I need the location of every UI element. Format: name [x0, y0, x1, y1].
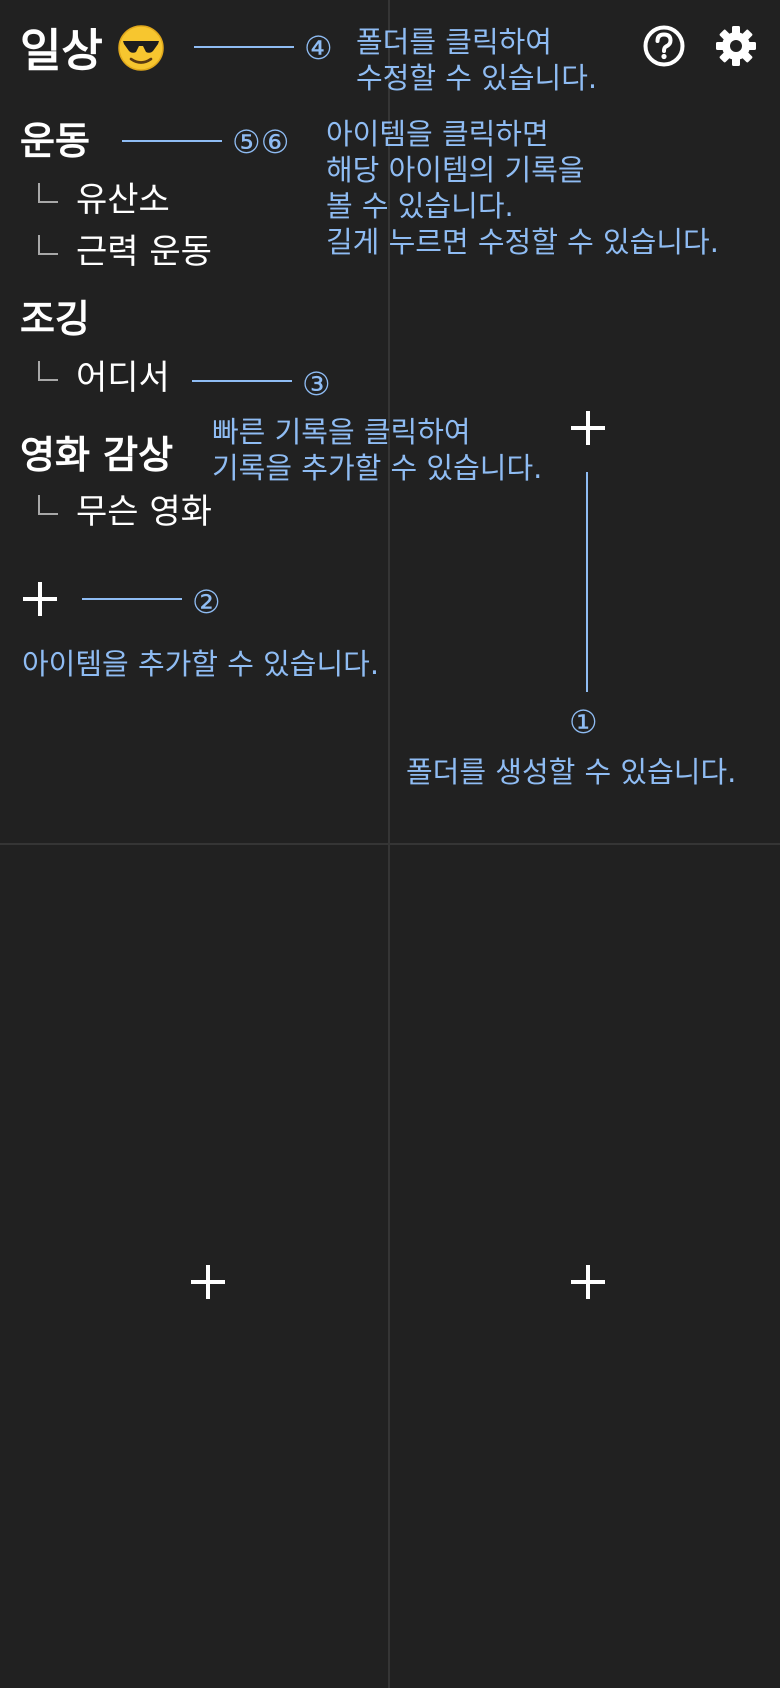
marker-3: ③ [302, 365, 331, 403]
hint-line: 해당 아이템의 기록을 [326, 153, 585, 187]
folder-title[interactable]: 일상 [20, 24, 165, 78]
hint-quick-record: 빠른 기록을 클릭하여 기록을 추가할 수 있습니다. [212, 414, 542, 486]
list-item[interactable]: 어디서 [38, 356, 170, 400]
item-label: 유산소 [76, 180, 170, 220]
add-item-button[interactable] [23, 582, 57, 616]
tree-branch-icon [38, 235, 58, 255]
connector-line [192, 380, 292, 382]
tree-branch-icon [38, 183, 58, 203]
sunglasses-face-icon [117, 24, 165, 72]
tree-branch-icon [38, 495, 58, 515]
hint-line: 빠른 기록을 클릭하여 [212, 415, 471, 449]
marker-4: ④ [304, 29, 333, 67]
hint-line: 기록을 추가할 수 있습니다. [212, 451, 543, 485]
list-item[interactable]: 무슨 영화 [38, 490, 212, 534]
connector-line [586, 472, 588, 692]
hint-item-records: 아이템을 클릭하면 해당 아이템의 기록을 볼 수 있습니다. 길게 누르면 수… [326, 116, 719, 260]
connector-line [122, 140, 222, 142]
tree-branch-icon [38, 361, 58, 381]
help-circle-icon[interactable] [642, 24, 686, 68]
category-title-exercise[interactable]: 운동 [20, 118, 90, 164]
folder-title-label: 일상 [20, 24, 103, 77]
hint-line: 폴더를 클릭하여 [356, 25, 552, 59]
marker-1: ① [569, 703, 598, 741]
connector-line [82, 598, 182, 600]
hint-add-folder: 폴더를 생성할 수 있습니다. [406, 755, 737, 789]
marker-5-6: ⑤⑥ [232, 123, 290, 161]
hint-line: 볼 수 있습니다. [326, 189, 514, 223]
marker-2: ② [192, 583, 221, 621]
list-item[interactable]: 근력 운동 [38, 230, 212, 274]
item-label: 어디서 [76, 358, 170, 398]
list-item[interactable]: 유산소 [38, 178, 170, 222]
item-label: 무슨 영화 [76, 492, 212, 532]
quadrant-divider-horizontal [0, 843, 780, 845]
category-title-movies[interactable]: 영화 감상 [20, 432, 173, 478]
item-label: 근력 운동 [76, 232, 212, 272]
gear-icon[interactable] [714, 24, 758, 68]
hint-line: 길게 누르면 수정할 수 있습니다. [326, 225, 719, 259]
category-title-jogging[interactable]: 조깅 [20, 296, 90, 342]
hint-add-item: 아이템을 추가할 수 있습니다. [22, 647, 380, 681]
add-folder-button[interactable] [571, 1265, 605, 1299]
add-folder-button[interactable] [191, 1265, 225, 1299]
hint-folder-edit: 폴더를 클릭하여 수정할 수 있습니다. [356, 24, 597, 96]
add-folder-button[interactable] [571, 411, 605, 445]
hint-line: 아이템을 클릭하면 [326, 117, 549, 151]
hint-line: 수정할 수 있습니다. [356, 61, 598, 95]
connector-line [194, 46, 294, 48]
